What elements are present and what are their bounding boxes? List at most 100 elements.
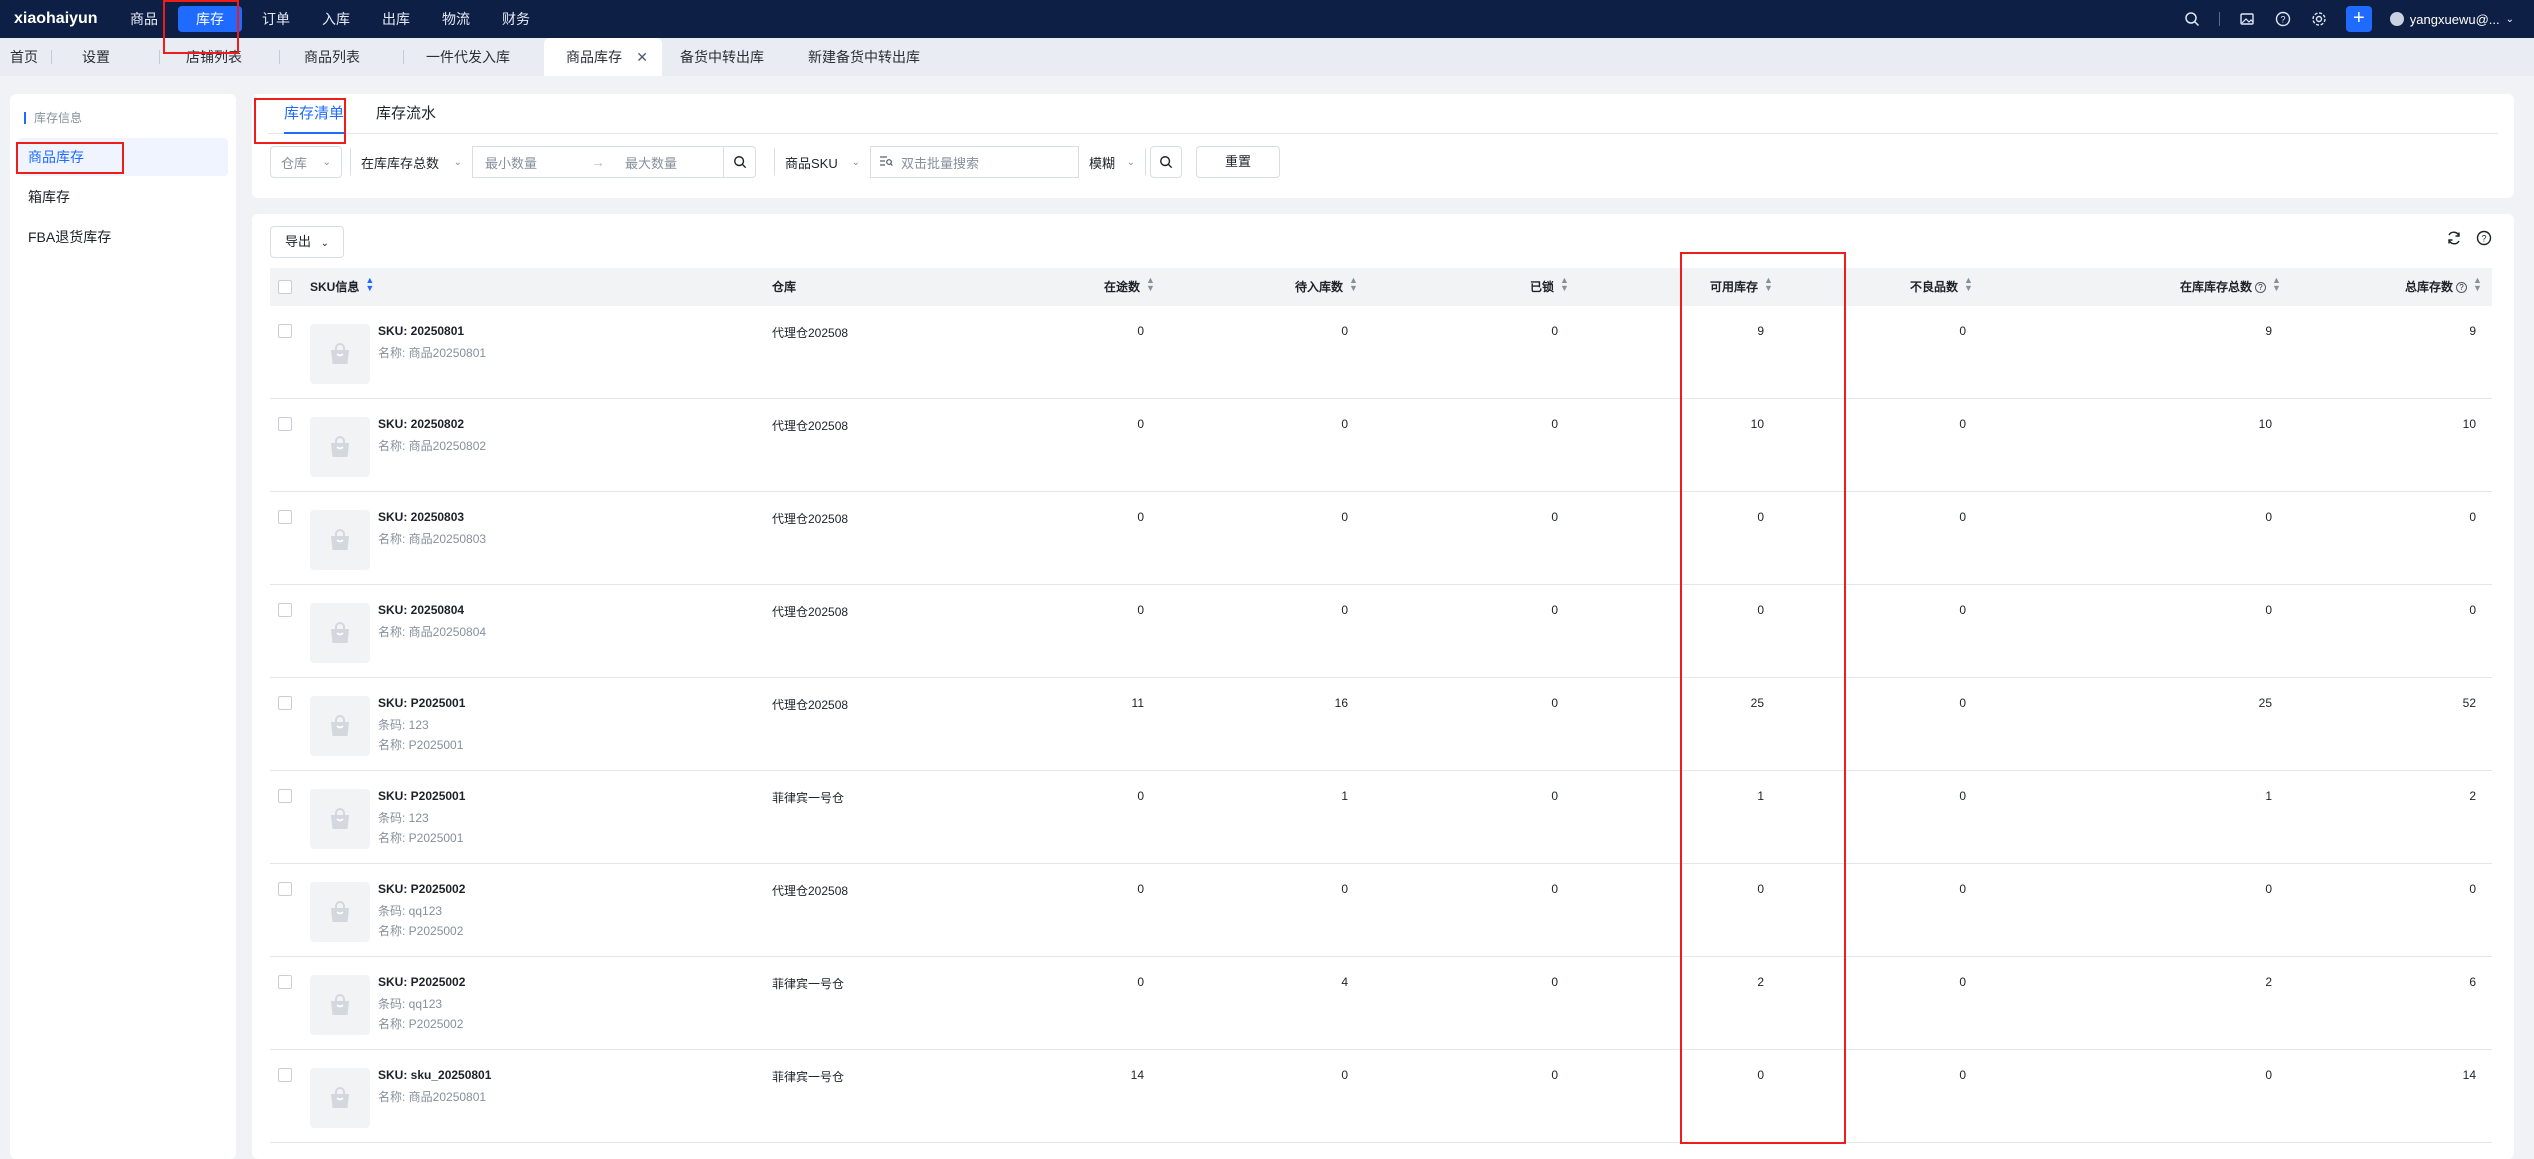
cell-pending-inbound: 16 [1334,696,1348,710]
cell-total-stock: 2 [2469,789,2476,803]
cell-in-transit: 14 [1130,1068,1144,1082]
row-checkbox[interactable] [278,603,292,617]
refresh-icon[interactable] [2446,230,2462,251]
add-plus-button[interactable]: + [2345,6,2372,32]
product-bag-icon [331,994,349,1015]
nav-item-outbound[interactable]: 出库 [366,0,426,38]
sku-detail-line: 条码: 123 [378,718,429,732]
arrow-right-icon: → [591,154,605,170]
cell-in-transit: 0 [1137,324,1144,338]
tab-product-inventory[interactable]: 商品库存 ✕ [544,38,662,76]
col-total-stock[interactable]: 总库存数 ? ▲ ▼ [2405,268,2482,306]
col-label: 可用库存 [1710,280,1759,294]
tab-stock-transfer-outbound[interactable]: 备货中转出库 [662,38,786,76]
cell-pending-inbound: 0 [1341,882,1348,896]
help-icon[interactable]: ? [2255,282,2267,293]
row-checkbox[interactable] [278,324,292,338]
nav-item-products[interactable]: 商品 [114,0,174,38]
export-label: 导出 [285,234,312,249]
row-checkbox[interactable] [278,417,292,431]
nav-item-finance[interactable]: 财务 [486,0,546,38]
tab-new-stock-transfer-outbound[interactable]: 新建备货中转出库 [786,38,938,76]
cell-warehouse: 代理仓202508 [772,419,849,433]
cell-in-stock-total: 0 [2265,882,2272,896]
tab-inventory-flow[interactable]: 库存流水 [360,94,452,133]
sidebar-item-box-inventory[interactable]: 箱库存 [18,178,228,216]
cell-locked: 0 [1551,603,1558,617]
sku-field-select[interactable]: 商品SKU ⌄ [775,146,871,178]
tab-inventory-list[interactable]: 库存清单 [268,94,360,134]
col-warehouse: 仓库 [772,280,797,294]
quantity-range-filter: 在库库存总数 ⌄ 最小数量 → 最大数量 [350,146,756,178]
col-pending-inbound[interactable]: 待入库数 ▲ ▼ [1295,268,1358,306]
settings-gear-icon[interactable] [2310,10,2328,28]
reset-button[interactable]: 重置 [1196,146,1281,178]
row-checkbox[interactable] [278,1068,292,1082]
cell-defective: 0 [1959,324,1966,338]
help-icon[interactable]: ? [2476,230,2492,251]
cell-in-transit: 0 [1137,603,1144,617]
help-icon[interactable]: ? [2274,10,2292,28]
nav-item-orders[interactable]: 订单 [246,0,306,38]
cell-in-stock-total: 0 [2265,603,2272,617]
row-checkbox[interactable] [278,510,292,524]
sku-detail-line: 名称: P2025001 [378,831,464,845]
nav-item-logistics[interactable]: 物流 [426,0,486,38]
export-button[interactable]: 导出 ⌄ [270,226,345,258]
cell-available: 0 [1757,1068,1764,1082]
stock-type-select[interactable]: 在库库存总数 ⌄ [351,146,473,178]
page-tabs: 首页 设置 店铺列表 商品列表 一件代发入库 商品库存 ✕ 备货中转出库 新建备… [0,38,2534,76]
col-available[interactable]: 可用库存 ▲ ▼ [1710,268,1773,306]
sub-tabs: 库存清单 库存流水 [268,94,2498,134]
search-icon[interactable] [2183,10,2201,28]
close-icon[interactable]: ✕ [636,38,648,76]
search-button[interactable] [1150,146,1182,178]
tab-product-list[interactable]: 商品列表 [280,38,404,76]
search-icon[interactable] [723,146,755,178]
filter-bar: 仓库 ⌄ 在库库存总数 ⌄ 最小数量 → 最大数量 商品SKU ⌄ 双击批量搜索… [270,146,2496,178]
user-name: yangxuewu@... [2409,11,2500,27]
sort-icon: ▲ ▼ [1146,275,1155,293]
cell-warehouse: 代理仓202508 [772,698,849,712]
sidebar-item-fba-return-inventory[interactable]: FBA退货库存 [18,218,228,256]
match-mode-select[interactable]: 模糊 ⌄ [1079,146,1145,178]
product-thumbnail [310,324,370,384]
batch-search-placeholder: 双击批量搜索 [901,155,980,171]
tab-store-list[interactable]: 店铺列表 [160,38,280,76]
select-all-checkbox[interactable] [278,280,292,294]
max-quantity-input[interactable]: 最大数量 [613,153,723,172]
nav-item-inbound[interactable]: 入库 [306,0,366,38]
col-defective[interactable]: 不良品数 ▲ ▼ [1910,268,1973,306]
sidebar-title: 库存信息 [24,112,236,124]
table-row: SKU: P2025001 条码: 123 名称: P2025001 菲律宾一号仓 0 1… [270,771,2492,864]
cell-defective: 0 [1959,510,1966,524]
brand-logo[interactable]: xiaohaiyun [14,10,114,28]
row-checkbox[interactable] [278,882,292,896]
cell-pending-inbound: 1 [1341,789,1348,803]
col-sku-info[interactable]: SKU信息 ▲ ▼ [310,268,374,306]
row-checkbox[interactable] [278,975,292,989]
tab-dropship-inbound[interactable]: 一件代发入库 [404,38,544,76]
cell-total-stock: 0 [2469,603,2476,617]
sidebar-item-product-inventory[interactable]: 商品库存 [18,138,228,176]
user-menu[interactable]: yangxuewu@... ⌄ [2389,11,2514,27]
help-icon[interactable]: ? [2456,282,2468,293]
cell-defective: 0 [1959,1068,1966,1082]
warehouse-select[interactable]: 仓库 ⌄ [270,146,342,178]
product-thumbnail [310,510,370,570]
divider [2218,12,2220,26]
image-icon[interactable] [2238,10,2256,28]
row-checkbox[interactable] [278,789,292,803]
col-locked[interactable]: 已锁 ▲ ▼ [1530,268,1569,306]
nav-item-inventory[interactable]: 库存 [178,6,242,32]
min-quantity-input[interactable]: 最小数量 [473,153,583,172]
batch-search-input[interactable]: 双击批量搜索 [871,147,1079,177]
product-bag-icon [331,343,349,364]
tab-settings[interactable]: 设置 [52,38,160,76]
row-checkbox[interactable] [278,696,292,710]
product-bag-icon [331,808,349,829]
col-in-transit[interactable]: 在途数 ▲ ▼ [1104,268,1155,306]
tab-home[interactable]: 首页 [0,38,52,76]
cell-warehouse: 菲律宾一号仓 [772,1070,845,1084]
col-in-stock-total[interactable]: 在库库存总数 ? ▲ ▼ [2180,268,2281,306]
